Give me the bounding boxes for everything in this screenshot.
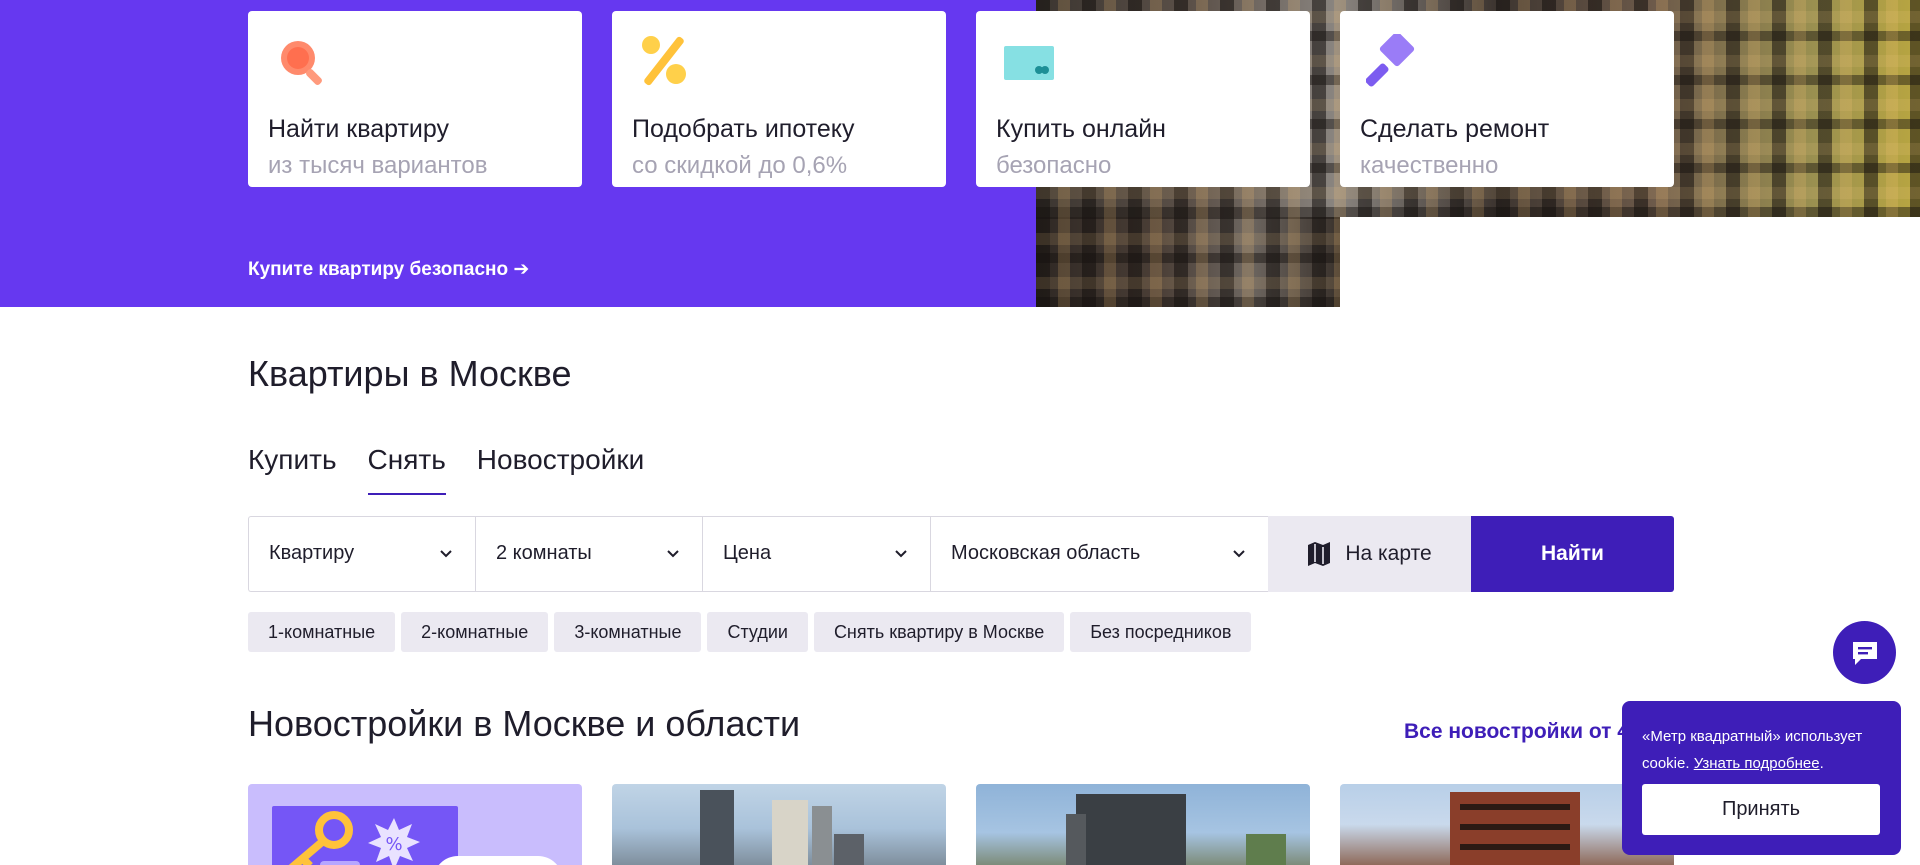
feature-subtitle: со скидкой до 0,6% <box>632 152 848 179</box>
paint-roller-icon <box>1366 34 1415 87</box>
property-type-select[interactable]: Квартиру <box>248 516 475 592</box>
discount-badge-icon: % <box>368 818 420 865</box>
chip-1-room[interactable]: 1-комнатные <box>248 612 396 652</box>
cookie-more-link[interactable]: Узнать подробнее <box>1694 755 1820 772</box>
feature-title: Подобрать ипотеку <box>632 115 855 143</box>
rooms-select[interactable]: 2 комнаты <box>475 516 702 592</box>
percent-icon <box>642 36 686 86</box>
magnifier-icon <box>281 41 322 85</box>
map-icon <box>1308 542 1331 566</box>
feature-title: Найти квартиру <box>268 115 450 143</box>
chevron-down-icon <box>1233 550 1245 558</box>
feature-subtitle: из тысяч вариантов <box>268 152 488 179</box>
price-select[interactable]: Цена <box>702 516 930 592</box>
hero-building-photo-lower <box>1036 217 1340 307</box>
find-button[interactable]: Найти <box>1471 516 1674 592</box>
building-photo <box>700 790 864 865</box>
select-value: Московская область <box>951 542 1141 564</box>
apartments-title: Квартиры в Москве <box>248 353 572 394</box>
chevron-down-icon <box>667 550 679 558</box>
map-button[interactable]: На карте <box>1268 516 1471 592</box>
hero-banner: Найти квартиру из тысяч вариантов Подобр… <box>0 0 1920 307</box>
tab-rent[interactable]: Снять <box>367 440 447 496</box>
new-buildings-title: Новостройки в Москве и области <box>248 703 801 744</box>
select-value: Квартиру <box>269 542 355 564</box>
select-value: Цена <box>723 542 772 564</box>
chevron-down-icon <box>895 550 907 558</box>
key-icon <box>288 811 360 865</box>
promo-banner-image: % <box>272 806 458 865</box>
new-building-card[interactable] <box>976 784 1310 865</box>
chip-2-room[interactable]: 2-комнатные <box>401 612 549 652</box>
svg-text:%: % <box>385 834 402 855</box>
card-icon <box>1004 46 1054 80</box>
building-photo <box>1066 794 1286 865</box>
chat-button[interactable] <box>1833 621 1896 684</box>
feature-card-renovation[interactable]: Сделать ремонт качественно <box>1340 11 1674 187</box>
new-building-card[interactable] <box>612 784 946 865</box>
chat-bubble-icon <box>1852 641 1877 665</box>
feature-title: Купить онлайн <box>996 115 1166 143</box>
feature-subtitle: качественно <box>1360 152 1499 179</box>
cookie-banner: «Метр квадратный» использует cookie. Узн… <box>1622 701 1901 855</box>
search-bar: Квартиру 2 комнаты Цена Московская облас… <box>248 516 1674 592</box>
feature-card-mortgage[interactable]: Подобрать ипотеку со скидкой до 0,6% <box>612 11 946 187</box>
promo-card[interactable]: % <box>248 784 582 865</box>
all-new-buildings-link[interactable]: Все новостройки от 4,2 <box>1404 720 1646 744</box>
promo-pill <box>433 856 563 865</box>
chip-3-room[interactable]: 3-комнатные <box>554 612 702 652</box>
deal-type-tabs: Купить Снять Новостройки <box>248 440 644 496</box>
safe-purchase-link[interactable]: Купите квартиру безопасно ➔ <box>248 258 529 281</box>
feature-card-buy-online[interactable]: Купить онлайн безопасно <box>976 11 1310 187</box>
chip-studios[interactable]: Студии <box>707 612 808 652</box>
map-button-label: На карте <box>1345 542 1432 565</box>
tab-new-buildings[interactable]: Новостройки <box>477 440 644 496</box>
cookie-text: «Метр квадратный» использует cookie. Узн… <box>1642 728 1863 772</box>
chevron-down-icon <box>440 550 452 558</box>
feature-subtitle: безопасно <box>996 152 1112 179</box>
chip-rent-moscow[interactable]: Снять квартиру в Москве <box>813 612 1065 652</box>
feature-card-find-apartment[interactable]: Найти квартиру из тысяч вариантов <box>248 11 582 187</box>
tab-buy[interactable]: Купить <box>248 440 337 496</box>
feature-title: Сделать ремонт <box>1360 115 1550 143</box>
cookie-accept-button[interactable]: Принять <box>1642 784 1880 835</box>
quick-filter-chips: 1-комнатные 2-комнатные 3-комнатные Студ… <box>248 612 1252 652</box>
select-value: 2 комнаты <box>496 542 592 564</box>
region-select[interactable]: Московская область <box>930 516 1268 592</box>
chip-no-agents[interactable]: Без посредников <box>1070 612 1252 652</box>
